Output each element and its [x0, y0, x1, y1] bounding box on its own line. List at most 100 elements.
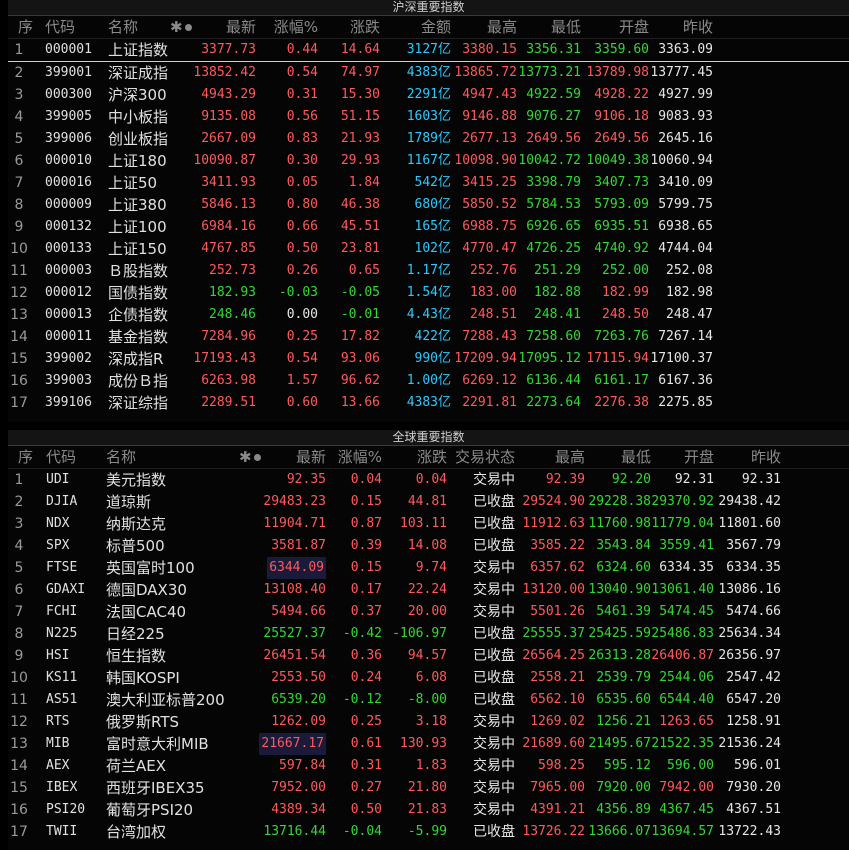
cell-chg: 21.83 — [407, 802, 447, 817]
cell-open: 6935.51 — [594, 219, 649, 234]
header-star[interactable]: ✱ — [170, 16, 192, 38]
cell-code: 000016 — [45, 175, 92, 190]
header-seq[interactable]: 序 — [18, 446, 33, 468]
table-row[interactable]: 12 RTS 俄罗斯RTS 1262.09 0.25 3.18 交易中 1269.02 1256… — [8, 711, 849, 733]
table-row[interactable]: 11 000003 Ｂ股指数 252.73 0.26 0.65 1.17亿 252.76 251… — [8, 260, 849, 282]
cell-prev: 5799.75 — [658, 197, 713, 212]
table-row[interactable]: 2 399001 深证成指 13852.42 0.54 74.97 4383亿 13865.7… — [8, 62, 849, 84]
table-row[interactable]: 9 HSI 恒生指数 26451.54 0.36 94.57 已收盘 26564.25 2631… — [8, 645, 849, 667]
header-last[interactable]: 最新 — [226, 16, 256, 38]
cell-chg: 3.18 — [415, 714, 447, 729]
header-seq[interactable]: 序 — [18, 16, 33, 38]
header-high[interactable]: 最高 — [555, 446, 585, 468]
table-row[interactable]: 5 FTSE 英国富时100 6344.09 0.15 9.74 交易中 6357.62 632… — [8, 557, 849, 579]
table-row[interactable]: 4 SPX 标普500 3581.87 0.39 14.08 已收盘 3585.22 3543.… — [8, 535, 849, 557]
cell-high: 6988.75 — [462, 219, 517, 234]
table-row[interactable]: 5 399006 创业板指 2667.09 0.83 21.93 1789亿 2677.13 2… — [8, 128, 849, 150]
table-row[interactable]: 1 000001 上证指数 3377.73 0.44 14.64 3127亿 3380.15 3… — [8, 39, 849, 62]
cell-amount: 680亿 — [414, 197, 451, 212]
header-pct[interactable]: 涨幅% — [274, 16, 318, 38]
cell-code: 000132 — [45, 219, 92, 234]
cell-chg: -106.97 — [392, 626, 447, 641]
table-row[interactable]: 3 000300 沪深300 4943.29 0.31 15.30 2291亿 4947.43… — [8, 84, 849, 106]
table-row[interactable]: 2 DJIA 道琼斯 29483.23 0.15 44.81 已收盘 29524.90 2922… — [8, 491, 849, 513]
cell-chg: 15.30 — [340, 87, 380, 102]
header-status[interactable]: 交易状态 — [455, 446, 515, 468]
table-row[interactable]: 9 000132 上证100 6984.16 0.66 45.51 165亿 6988.75 6… — [8, 216, 849, 238]
table-row[interactable]: 7 FCHI 法国CAC40 5494.66 0.37 20.00 交易中 5501.26 54… — [8, 601, 849, 623]
table-row[interactable]: 16 399003 成份Ｂ指 6263.98 1.57 96.62 1.00亿 6269.12… — [8, 370, 849, 392]
header-open[interactable]: 开盘 — [619, 16, 649, 38]
table-row[interactable]: 11 AS51 澳大利亚标普200 6539.20 -0.12 -8.00 已收盘 6562.… — [8, 689, 849, 711]
table-row[interactable]: 3 NDX 纳斯达克 11904.71 0.87 103.11 已收盘 11912.63 117… — [8, 513, 849, 535]
table-row[interactable]: 15 399002 深成指R 17193.43 0.54 93.06 990亿 17209.9… — [8, 348, 849, 370]
star-icon: ✱ — [239, 448, 252, 466]
header-chg[interactable]: 涨跌 — [350, 16, 380, 38]
table-row[interactable]: 17 399106 深证综指 2289.51 0.60 13.66 4383亿 2291.81… — [8, 392, 849, 414]
table-row[interactable]: 6 000010 上证180 10090.87 0.30 29.93 1167亿 10098.… — [8, 150, 849, 172]
cell-status: 交易中 — [473, 802, 515, 818]
cell-open: 5474.45 — [659, 604, 714, 619]
cell-prev: 29438.42 — [718, 494, 781, 509]
table-row[interactable]: 14 000011 基金指数 7284.96 0.25 17.82 422亿 7288.43 7… — [8, 326, 849, 348]
header-star[interactable]: ✱ — [239, 446, 261, 468]
cell-last: 3581.87 — [271, 538, 326, 553]
header-amount[interactable]: 金额 — [421, 16, 451, 38]
cell-open: 6161.17 — [594, 373, 649, 388]
table-row[interactable]: 6 GDAXI 德国DAX30 13108.40 0.17 22.24 交易中 13120.0… — [8, 579, 849, 601]
table-row[interactable]: 12 000012 国债指数 182.93 -0.03 -0.05 1.54亿 183.00 1… — [8, 282, 849, 304]
cell-prev: 17100.37 — [650, 351, 713, 366]
table-row[interactable]: 15 IBEX 西班牙IBEX35 7952.00 0.27 21.80 交易中 7965.0… — [8, 777, 849, 799]
cell-name: 韩国KOSPI — [106, 669, 180, 687]
table-row[interactable]: 13 000013 企债指数 248.46 0.00 -0.01 4.43亿 248.51 24… — [8, 304, 849, 326]
cell-name: 深证成指 — [108, 64, 169, 82]
header-name[interactable]: 名称 — [108, 16, 138, 38]
table-row[interactable]: 1 UDI 美元指数 92.35 0.04 0.04 交易中 92.39 92.20 92.31 9… — [8, 469, 849, 491]
cell-pct: -0.04 — [342, 824, 382, 839]
table-row[interactable]: 10 000133 上证150 4767.85 0.50 23.81 102亿 4770.47… — [8, 238, 849, 260]
cell-high: 10098.90 — [454, 153, 517, 168]
cell-open: 10049.38 — [586, 153, 649, 168]
header-low[interactable]: 最低 — [551, 16, 581, 38]
table-row[interactable]: 13 MIB 富时意大利MIB 21667.17 0.61 130.93 交易中 21689.… — [8, 733, 849, 755]
header-open[interactable]: 开盘 — [684, 446, 714, 468]
cell-code: GDAXI — [46, 582, 86, 597]
header-last[interactable]: 最新 — [296, 446, 326, 468]
table-row[interactable]: 14 AEX 荷兰AEX 597.84 0.31 1.83 交易中 598.25 595.12 5… — [8, 755, 849, 777]
cell-chg: -5.99 — [407, 824, 447, 839]
table-row[interactable]: 8 N225 日经225 25527.37 -0.42 -106.97 已收盘 25555.3… — [8, 623, 849, 645]
table-row[interactable]: 17 TWII 台湾加权 13716.44 -0.04 -5.99 已收盘 13726.22 1… — [8, 821, 849, 843]
table-row[interactable]: 4 399005 中小板指 9135.08 0.56 51.15 1603亿 9146.88 9… — [8, 106, 849, 128]
header-prev[interactable]: 昨收 — [751, 446, 781, 468]
header-code[interactable]: 代码 — [46, 446, 76, 468]
cell-name: 上证100 — [108, 218, 167, 236]
table-row[interactable]: 8 000009 上证380 5846.13 0.80 46.38 680亿 5850.52 5… — [8, 194, 849, 216]
table-row[interactable]: 7 000016 上证50 3411.93 0.05 1.84 542亿 3415.25 339… — [8, 172, 849, 194]
cell-chg: 96.62 — [340, 373, 380, 388]
header-low[interactable]: 最低 — [621, 446, 651, 468]
header-code[interactable]: 代码 — [45, 16, 75, 38]
cell-high: 3380.15 — [462, 42, 517, 57]
cell-amount: 1789亿 — [406, 131, 451, 146]
table-row[interactable]: 10 KS11 韩国KOSPI 2553.50 0.24 6.08 已收盘 2558.21 25… — [8, 667, 849, 689]
cell-seq: 2 — [14, 494, 24, 510]
table-row[interactable]: 16 PSI20 葡萄牙PSI20 4389.34 0.50 21.83 交易中 4391.2… — [8, 799, 849, 821]
header-chg[interactable]: 涨跌 — [417, 446, 447, 468]
cell-chg: 51.15 — [340, 109, 380, 124]
cell-low: 13666.07 — [588, 824, 651, 839]
cell-high: 11912.63 — [522, 516, 585, 531]
cell-code: 000133 — [45, 241, 92, 256]
cell-prev: 13722.43 — [718, 824, 781, 839]
header-name[interactable]: 名称 — [106, 446, 136, 468]
cell-status: 交易中 — [473, 758, 515, 774]
header-pct[interactable]: 涨幅% — [338, 446, 382, 468]
cell-name: 上证50 — [108, 174, 158, 192]
table-header: 序 代码 名称 ✱ 最新 涨幅% 涨跌 交易状态 最高 最低 开盘 昨收 — [8, 446, 849, 469]
cell-low: 26313.28 — [588, 648, 651, 663]
cell-high: 6357.62 — [530, 560, 585, 575]
header-high[interactable]: 最高 — [487, 16, 517, 38]
cell-low: 6535.60 — [596, 692, 651, 707]
header-prev[interactable]: 昨收 — [683, 16, 713, 38]
cell-seq: 9 — [14, 648, 24, 664]
cell-high: 4770.47 — [462, 241, 517, 256]
